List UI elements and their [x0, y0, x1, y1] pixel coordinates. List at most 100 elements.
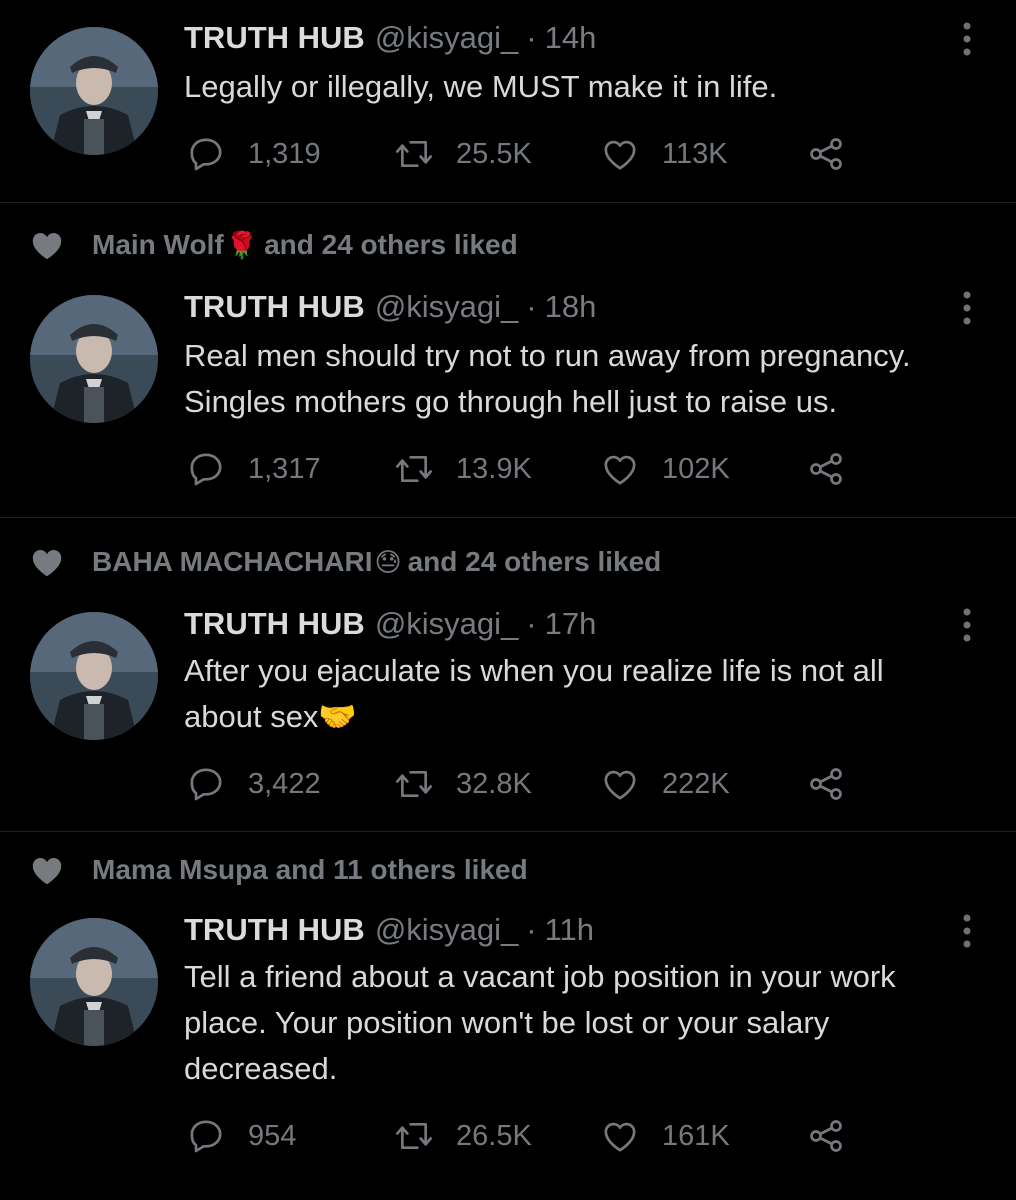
author-handle[interactable]: @kisyagi_: [375, 20, 518, 56]
tweet-header: TRUTH HUB @kisyagi_ · 11h: [184, 912, 594, 948]
reply-button[interactable]: 1,317: [186, 447, 321, 491]
author-handle[interactable]: @kisyagi_: [375, 606, 518, 642]
tweet-line: After you ejaculate is when you realize …: [184, 653, 884, 688]
share-button[interactable]: [806, 762, 846, 806]
tweet-actions: 1,319 25.5K 113K: [186, 132, 886, 176]
like-button[interactable]: 102K: [600, 447, 730, 491]
share-button[interactable]: [806, 1114, 846, 1158]
like-button[interactable]: 161K: [600, 1114, 730, 1158]
author-name[interactable]: TRUTH HUB: [184, 289, 365, 325]
like-count: 222K: [662, 767, 730, 800]
reply-icon: [190, 768, 222, 801]
like-icon: [604, 455, 636, 485]
social-context-emoji: 🌹: [225, 229, 259, 260]
share-button[interactable]: [806, 447, 846, 491]
reply-button[interactable]: 1,319: [186, 132, 321, 176]
timestamp[interactable]: 11h: [545, 912, 594, 948]
social-context-lead[interactable]: Main Wolf: [92, 229, 224, 261]
like-count: 113K: [662, 137, 728, 170]
author-handle[interactable]: @kisyagi_: [375, 912, 518, 948]
retweet-button[interactable]: 25.5K: [394, 132, 532, 176]
retweet-button[interactable]: 32.8K: [394, 762, 532, 806]
tweet-header: TRUTH HUB @kisyagi_ · 17h: [184, 606, 596, 642]
tweet[interactable]: TRUTH HUB @kisyagi_ · 14h Legally or ill…: [0, 0, 1016, 202]
retweet-icon: [396, 456, 432, 482]
reply-count: 1,317: [248, 452, 321, 485]
social-context-emoji: 😓: [374, 546, 402, 577]
tweet[interactable]: Mama Msupa and 11 others liked TRUTH HUB…: [0, 832, 1016, 1200]
more-options-icon[interactable]: [960, 914, 974, 948]
reply-icon: [190, 1120, 222, 1153]
separator: ·: [526, 912, 537, 947]
like-icon: [604, 770, 636, 800]
reply-icon: [190, 453, 222, 486]
retweet-count: 32.8K: [456, 767, 532, 800]
tweet-actions: 3,422 32.8K 222K: [186, 762, 886, 806]
avatar[interactable]: [30, 612, 158, 740]
like-count: 102K: [662, 452, 730, 485]
share-icon: [810, 768, 842, 800]
separator: ·: [526, 20, 537, 55]
like-button[interactable]: 222K: [600, 762, 730, 806]
tweet-text: After you ejaculate is when you realize …: [184, 648, 984, 740]
tweet-line: place. Your position won't be lost or yo…: [184, 1005, 830, 1040]
separator: ·: [526, 289, 537, 324]
social-context-lead[interactable]: BAHA MACHACHARI: [92, 546, 373, 578]
separator: ·: [526, 606, 537, 641]
reply-button[interactable]: 954: [186, 1114, 296, 1158]
social-context: Main Wolf 🌹 and 24 others liked: [30, 229, 518, 261]
author-name[interactable]: TRUTH HUB: [184, 912, 365, 948]
retweet-count: 25.5K: [456, 137, 532, 170]
tweet-text: Real men should try not to run away from…: [184, 333, 984, 425]
like-count: 161K: [662, 1119, 730, 1152]
heart-icon: [32, 550, 62, 577]
retweet-button[interactable]: 26.5K: [394, 1114, 532, 1158]
retweet-icon: [396, 771, 432, 797]
tweet-line: Real men should try not to run away from…: [184, 338, 911, 373]
tweet-line: decreased.: [184, 1051, 338, 1086]
reply-icon: [190, 138, 222, 171]
retweet-count: 26.5K: [456, 1119, 532, 1152]
tweet-actions: 1,317 13.9K 102K: [186, 447, 886, 491]
reply-button[interactable]: 3,422: [186, 762, 321, 806]
author-name[interactable]: TRUTH HUB: [184, 606, 365, 642]
tweet-text: Legally or illegally, we MUST make it in…: [184, 64, 984, 110]
retweet-button[interactable]: 13.9K: [394, 447, 532, 491]
social-context: Mama Msupa and 11 others liked: [30, 854, 528, 886]
retweet-count: 13.9K: [456, 452, 532, 485]
tweet-line: Singles mothers go through hell just to …: [184, 384, 838, 419]
more-options-icon[interactable]: [960, 291, 974, 325]
heart-icon: [32, 233, 62, 260]
timestamp[interactable]: 17h: [545, 606, 597, 642]
like-icon: [604, 140, 636, 170]
more-options-icon[interactable]: [960, 608, 974, 642]
avatar[interactable]: [30, 295, 158, 423]
avatar[interactable]: [30, 27, 158, 155]
social-context-rest: and 24 others liked: [407, 546, 662, 577]
author-name[interactable]: TRUTH HUB: [184, 20, 365, 56]
social-context-lead[interactable]: Mama Msupa and 11 others liked: [92, 854, 528, 886]
timestamp[interactable]: 14h: [545, 20, 597, 56]
share-icon: [810, 453, 842, 485]
more-options-icon[interactable]: [960, 22, 974, 56]
tweet[interactable]: BAHA MACHACHARI 😓 and 24 others liked TR…: [0, 518, 1016, 831]
social-context: BAHA MACHACHARI 😓 and 24 others liked: [30, 546, 661, 578]
tweet-line: Tell a friend about a vacant job positio…: [184, 959, 896, 994]
share-icon: [810, 138, 842, 170]
like-button[interactable]: 113K: [600, 132, 728, 176]
share-button[interactable]: [806, 132, 846, 176]
social-context-rest: and 24 others liked: [264, 229, 518, 260]
tweet-line: about sex🤝: [184, 699, 358, 734]
tweet-line: Legally or illegally, we MUST make it in…: [184, 69, 778, 104]
avatar[interactable]: [30, 918, 158, 1046]
tweet[interactable]: Main Wolf 🌹 and 24 others liked TRUTH HU…: [0, 203, 1016, 517]
tweet-text: Tell a friend about a vacant job positio…: [184, 954, 984, 1092]
author-handle[interactable]: @kisyagi_: [375, 289, 518, 325]
reply-count: 3,422: [248, 767, 321, 800]
tweet-actions: 954 26.5K 161K: [186, 1114, 886, 1158]
timestamp[interactable]: 18h: [545, 289, 597, 325]
reply-count: 954: [248, 1119, 297, 1152]
tweet-header: TRUTH HUB @kisyagi_ · 14h: [184, 20, 596, 56]
heart-icon: [32, 858, 62, 885]
reply-count: 1,319: [248, 137, 321, 170]
